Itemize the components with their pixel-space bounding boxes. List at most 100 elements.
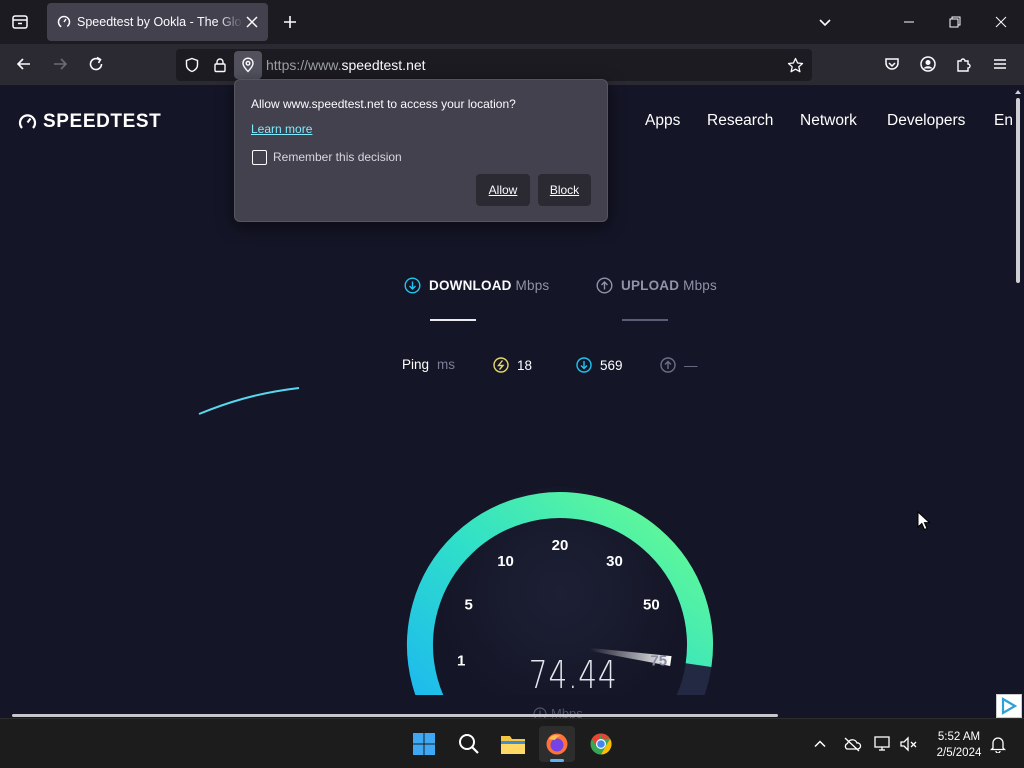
bell-icon [990, 737, 1006, 753]
tab-download[interactable]: DOWNLOAD Mbps [404, 277, 549, 294]
ping-idle-value: 18 [517, 357, 533, 373]
upload-unit: Mbps [683, 278, 717, 293]
lock-icon[interactable] [212, 57, 228, 73]
nav-network[interactable]: Network [800, 112, 857, 130]
cloud-offline-icon [844, 737, 862, 752]
menu-hamburger-icon[interactable] [988, 52, 1012, 76]
forward-icon[interactable] [48, 52, 72, 76]
back-icon[interactable] [12, 52, 36, 76]
firefox-taskbar-button[interactable] [539, 726, 575, 762]
notifications-button[interactable] [986, 726, 1010, 762]
tracking-protection-shield-icon[interactable] [184, 57, 200, 73]
ping-label: Ping ms [402, 357, 455, 372]
show-hidden-icons-button[interactable] [808, 726, 832, 762]
windows-logo-icon [413, 733, 435, 755]
mouse-cursor-icon [917, 511, 931, 531]
volume-muted-icon [900, 736, 917, 752]
location-permission-popup: Allow www.speedtest.net to access your l… [234, 79, 608, 222]
speedtest-logo[interactable]: SPEEDTEST [18, 111, 161, 133]
tab-list-icon[interactable] [8, 10, 32, 34]
chrome-icon [590, 733, 612, 755]
ping-upload-value: — [684, 357, 698, 373]
ping-text: Ping [402, 357, 430, 372]
chrome-taskbar-button[interactable] [583, 726, 619, 762]
ping-download-icon [576, 357, 592, 373]
browser-tab-speedtest[interactable]: Speedtest by Ookla - The Global Broadban… [47, 3, 268, 41]
vertical-scrollbar-thumb[interactable] [1016, 98, 1020, 283]
upload-arrow-icon [596, 277, 613, 294]
firefox-icon [546, 733, 568, 755]
location-permission-button[interactable] [234, 51, 262, 79]
url-text[interactable]: https://www.speedtest.net [266, 57, 426, 73]
block-label: Block [549, 183, 580, 197]
block-button[interactable]: Block [538, 174, 591, 206]
bookmark-star-icon[interactable] [787, 57, 804, 74]
location-pin-icon [242, 57, 254, 73]
active-app-indicator [550, 759, 564, 762]
nav-research[interactable]: Research [707, 112, 773, 130]
close-window-button[interactable] [978, 0, 1024, 44]
start-button[interactable] [406, 726, 442, 762]
ping-idle-icon [493, 357, 509, 373]
nav-developers[interactable]: Developers [887, 112, 965, 130]
scroll-up-icon[interactable] [1014, 88, 1022, 96]
volume-tray-button[interactable] [896, 726, 922, 762]
permission-message: Allow www.speedtest.net to access your l… [251, 97, 516, 111]
url-bar[interactable]: https://www.speedtest.net [176, 49, 812, 81]
minimize-button[interactable] [886, 0, 932, 44]
chevron-down-icon[interactable] [813, 10, 837, 34]
ad-choices-badge[interactable] [996, 694, 1022, 718]
nav-apps[interactable]: Apps [645, 112, 680, 130]
ping-unit: ms [437, 357, 456, 372]
speed-graph-line [198, 387, 300, 415]
ad-choices-icon [1001, 697, 1018, 715]
extensions-icon[interactable] [952, 52, 976, 76]
reload-icon[interactable] [84, 52, 108, 76]
ping-download-stat: 569 [576, 357, 623, 373]
new-tab-icon[interactable] [278, 10, 302, 34]
gauge-tick-label: 75 [650, 653, 667, 670]
download-label: DOWNLOAD [429, 278, 512, 293]
clock-time: 5:52 AM [937, 731, 981, 743]
ping-idle-stat: 18 [493, 357, 532, 373]
url-prefix: https://www. [266, 57, 342, 73]
speedtest-logo-icon [18, 113, 37, 129]
folder-icon [501, 736, 525, 754]
download-active-indicator [430, 319, 476, 321]
ping-upload-stat: — [660, 357, 698, 373]
pocket-icon[interactable] [880, 52, 904, 76]
restore-button[interactable] [932, 0, 978, 44]
horizontal-scrollbar[interactable] [12, 714, 778, 717]
learn-more-link[interactable]: Learn more [251, 122, 312, 136]
clock-date: 2/5/2024 [936, 747, 982, 759]
close-tab-icon[interactable] [245, 15, 259, 29]
tab-strip: Speedtest by Ookla - The Global Broadban… [0, 0, 1024, 44]
nav-enterprise[interactable]: En [994, 112, 1012, 130]
tab-upload[interactable]: UPLOAD Mbps [596, 277, 717, 294]
allow-button[interactable]: Allow [476, 174, 530, 206]
search-button[interactable] [451, 726, 487, 762]
network-tray-button[interactable] [870, 726, 896, 762]
logo-text: SPEEDTEST [43, 111, 162, 132]
account-icon[interactable] [916, 52, 940, 76]
url-domain: speedtest.net [341, 57, 426, 73]
remember-decision-checkbox[interactable] [252, 150, 267, 165]
chevron-up-icon [814, 740, 826, 748]
upload-indicator [622, 319, 668, 321]
gauge-tick-label: 5 [464, 596, 472, 613]
search-icon [459, 734, 479, 754]
ping-download-value: 569 [600, 357, 623, 373]
gauge-tick-label: 20 [552, 537, 569, 554]
download-arrow-icon [404, 277, 421, 294]
upload-label: UPLOAD [621, 278, 680, 293]
remember-decision-label[interactable]: Remember this decision [273, 150, 402, 164]
tab-title: Speedtest by Ookla - The Global Broadban… [77, 15, 243, 29]
onedrive-tray-button[interactable] [838, 726, 866, 762]
gauge-tick-label: 30 [606, 553, 623, 570]
gauge-tick-label: 1 [457, 653, 465, 670]
speedtest-favicon-icon [57, 15, 71, 29]
system-clock[interactable]: 5:52 AM 2/5/2024 [926, 729, 992, 761]
gauge-tick-label: 10 [497, 553, 514, 570]
network-monitor-icon [874, 736, 890, 751]
file-explorer-button[interactable] [495, 726, 531, 762]
